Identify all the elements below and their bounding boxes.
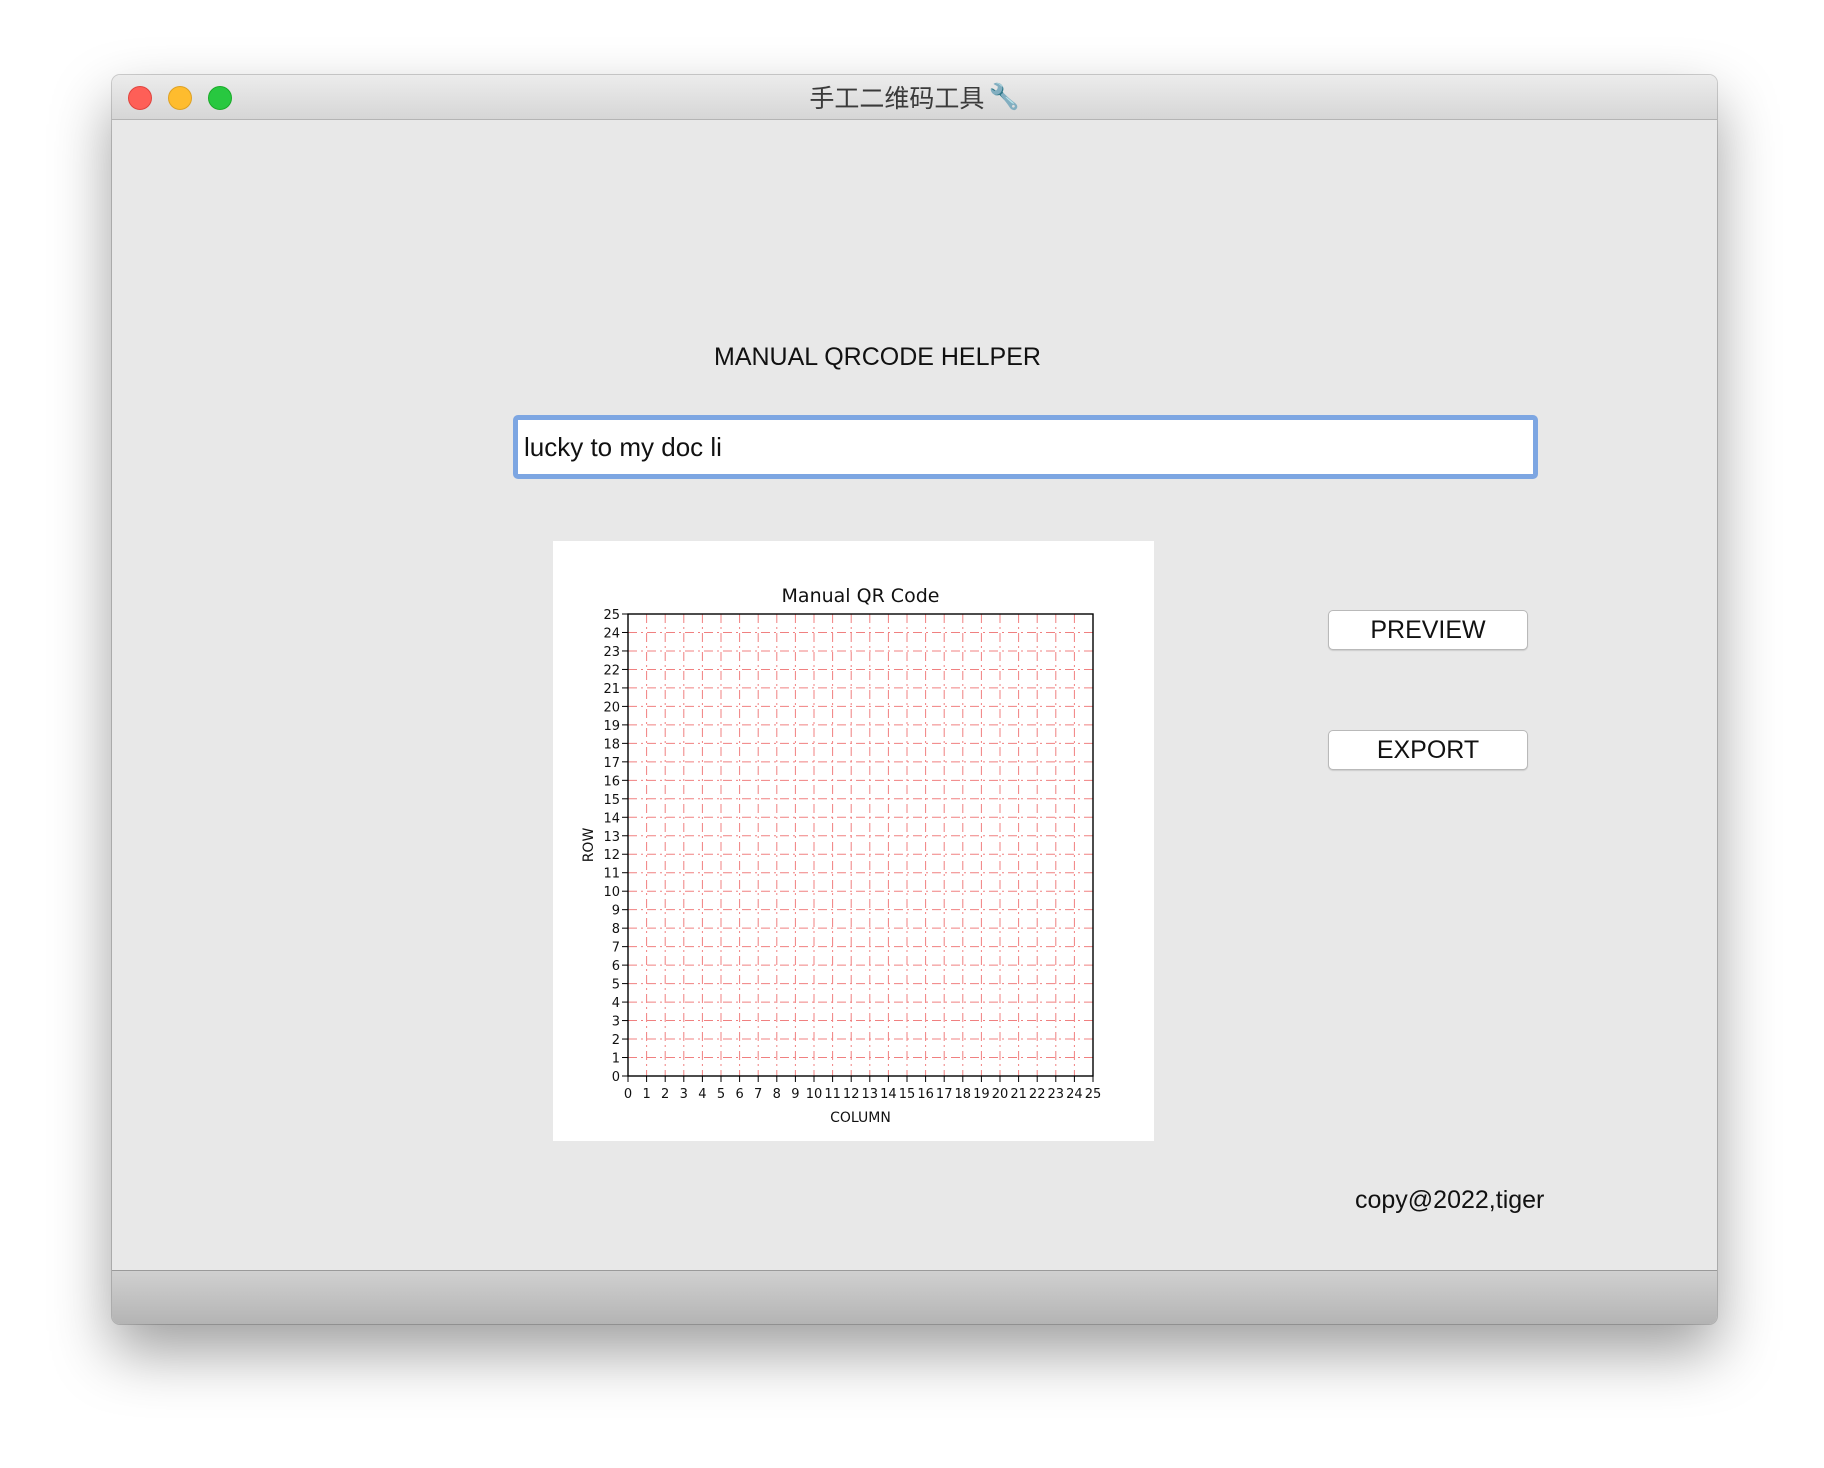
x-tick-label: 0: [624, 1087, 632, 1102]
chart-grid: [627, 613, 1094, 1077]
chart-ticks: 0 1 2 3 4 5 6 7 8 9 10 11 12 13 14 15 16 17 18 19 20 21 22 23 24…: [603, 608, 1101, 1102]
x-tick-label: 18: [955, 1087, 972, 1102]
y-tick-label: 11: [603, 867, 620, 882]
y-tick-label: 3: [612, 1015, 620, 1030]
x-tick-label: 14: [880, 1087, 897, 1102]
y-tick-label: 10: [603, 885, 620, 900]
y-tick-label: 14: [603, 811, 620, 826]
y-axis-label: ROW: [581, 828, 597, 863]
y-tick-label: 8: [612, 922, 620, 937]
y-tick-label: 9: [612, 904, 620, 919]
y-tick-label: 6: [612, 959, 620, 974]
x-tick-label: 9: [791, 1087, 799, 1102]
x-axis-label: COLUMN: [830, 1110, 891, 1126]
x-tick-label: 2: [661, 1087, 669, 1102]
window-title-group: 手工二维码工具 🔧: [112, 75, 1717, 119]
y-tick-label: 15: [603, 793, 620, 808]
y-tick-label: 19: [603, 719, 620, 734]
y-tick-label: 4: [612, 996, 620, 1011]
export-button[interactable]: EXPORT: [1328, 730, 1528, 770]
x-tick-label: 16: [917, 1087, 934, 1102]
qr-grid-chart: 0 1 2 3 4 5 6 7 8 9 10 11 12 13 14 15 16 17 18 19 20 21 22 23 24…: [581, 585, 1101, 1126]
chart-title: Manual QR Code: [782, 585, 940, 607]
y-tick-label: 0: [612, 1070, 620, 1085]
y-tick-label: 20: [603, 700, 620, 715]
y-tick-label: 18: [603, 737, 620, 752]
y-tick-label: 16: [603, 774, 620, 789]
x-tick-label: 22: [1029, 1087, 1046, 1102]
y-tick-label: 5: [612, 978, 620, 993]
plot-area-frame: [627, 613, 1094, 1077]
preview-button[interactable]: PREVIEW: [1328, 610, 1528, 650]
app-window: 手工二维码工具 🔧 MANUAL QRCODE HELPER 012345678…: [112, 75, 1717, 1324]
title-bar[interactable]: 手工二维码工具 🔧: [112, 75, 1717, 120]
page-title: MANUAL QRCODE HELPER: [714, 343, 1041, 371]
y-tick-label: 24: [603, 626, 620, 641]
x-tick-label: 4: [698, 1087, 706, 1102]
copyright-text: copy@2022,tiger: [1355, 1186, 1545, 1214]
qr-text-input[interactable]: [513, 415, 1538, 479]
y-tick-label: 22: [603, 663, 620, 678]
x-tick-label: 3: [680, 1087, 688, 1102]
x-tick-label: 1: [642, 1087, 650, 1102]
x-tick-label: 13: [862, 1087, 879, 1102]
x-tick-label: 8: [773, 1087, 781, 1102]
x-tick-label: 23: [1048, 1087, 1065, 1102]
x-tick-label: 17: [936, 1087, 953, 1102]
y-tick-label: 1: [612, 1052, 620, 1067]
wrench-icon: 🔧: [988, 82, 1020, 111]
y-tick-label: 7: [612, 941, 620, 956]
y-tick-label: 23: [603, 645, 620, 660]
y-tick-label: 17: [603, 756, 620, 771]
x-tick-label: 19: [973, 1087, 990, 1102]
x-tick-label: 5: [717, 1087, 725, 1102]
x-tick-label: 12: [843, 1087, 860, 1102]
x-tick-label: 24: [1066, 1087, 1083, 1102]
x-tick-label: 21: [1010, 1087, 1027, 1102]
x-tick-label: 6: [735, 1087, 743, 1102]
y-tick-label: 25: [603, 608, 620, 623]
x-tick-label: 25: [1085, 1087, 1102, 1102]
window-bottom-bar: [112, 1270, 1717, 1324]
x-tick-label: 20: [992, 1087, 1009, 1102]
y-tick-label: 21: [603, 682, 620, 697]
window-title: 手工二维码工具: [809, 85, 985, 113]
x-tick-label: 7: [754, 1087, 762, 1102]
x-tick-label: 10: [806, 1087, 823, 1102]
y-tick-label: 12: [603, 848, 620, 863]
y-tick-label: 2: [612, 1033, 620, 1048]
y-tick-label: 13: [603, 830, 620, 845]
x-tick-label: 15: [899, 1087, 916, 1102]
x-tick-label: 11: [824, 1087, 841, 1102]
qr-grid-plot: 0 1 2 3 4 5 6 7 8 9 10 11 12 13 14 15 16 17 18 19 20 21 22 23 24…: [553, 541, 1154, 1141]
